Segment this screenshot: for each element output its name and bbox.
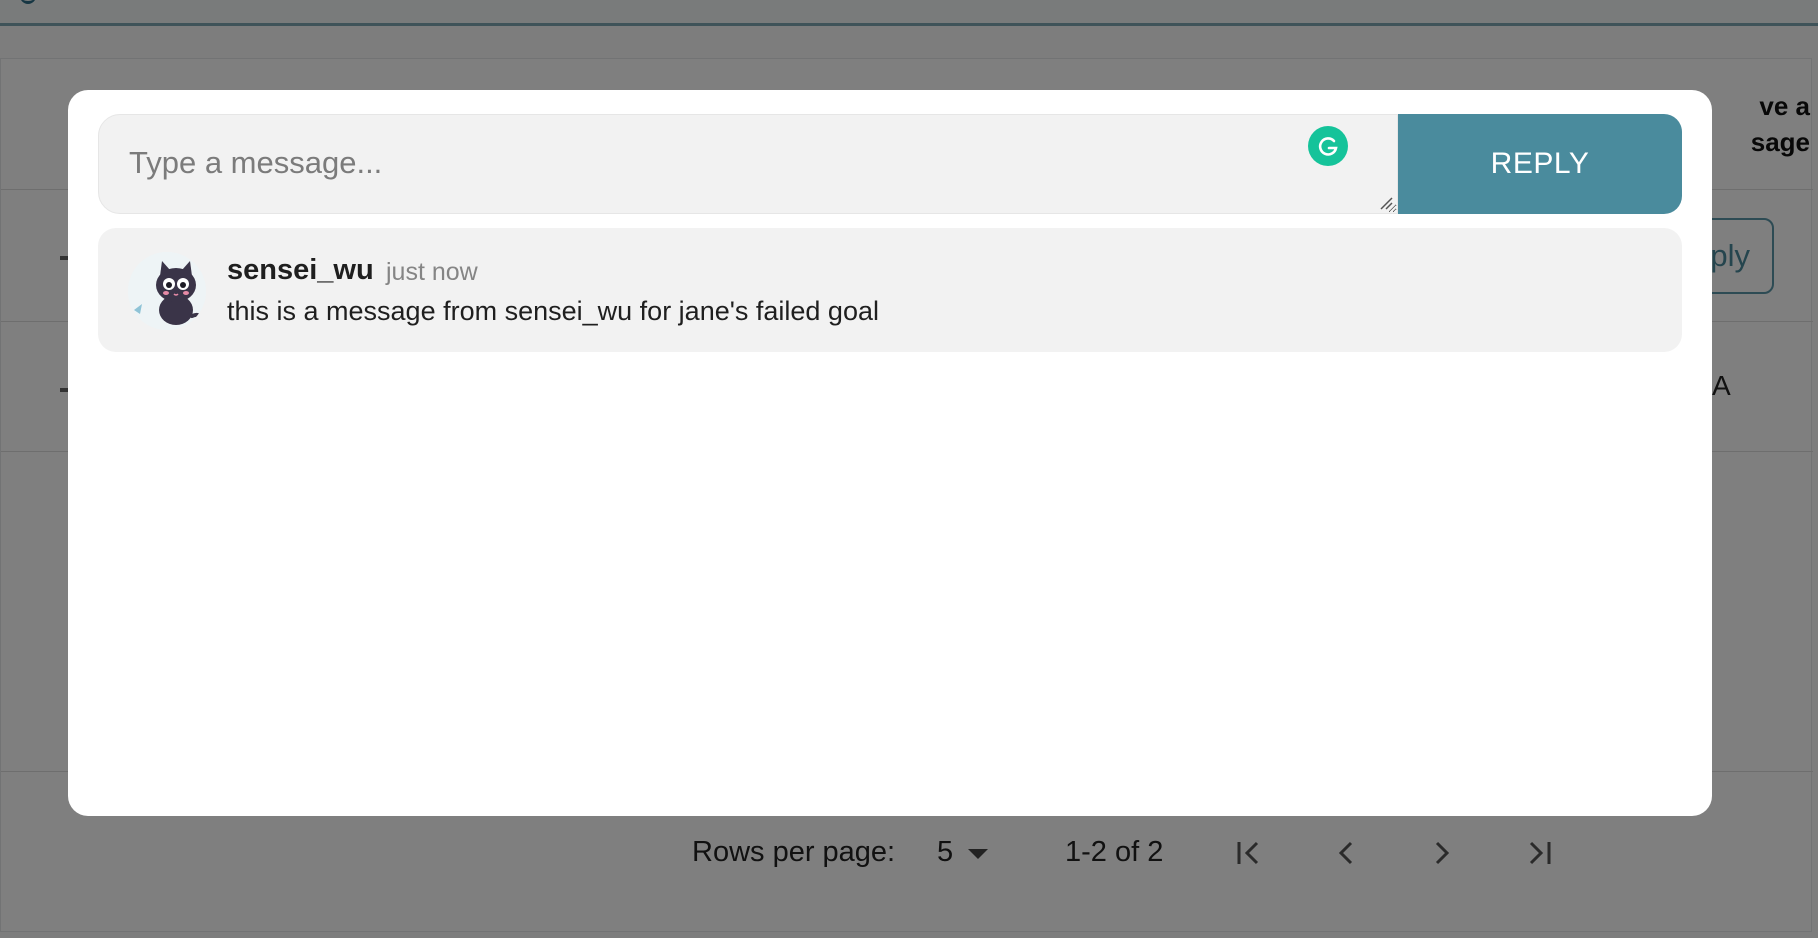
cat-avatar-icon (128, 252, 206, 330)
reply-button[interactable]: REPLY (1398, 114, 1682, 214)
message-text: this is a message from sensei_wu for jan… (227, 296, 879, 326)
message-composer: REPLY (98, 114, 1682, 214)
reply-dialog: REPLY sensei_wu just now this i (68, 90, 1712, 816)
message-author: sensei_wu (227, 254, 374, 286)
resize-handle-icon[interactable] (1379, 196, 1393, 210)
message-item: sensei_wu just now this is a message fro… (98, 228, 1682, 352)
message-input[interactable] (98, 114, 1398, 214)
grammarly-icon[interactable] (1308, 126, 1348, 166)
message-timestamp: just now (386, 258, 478, 286)
